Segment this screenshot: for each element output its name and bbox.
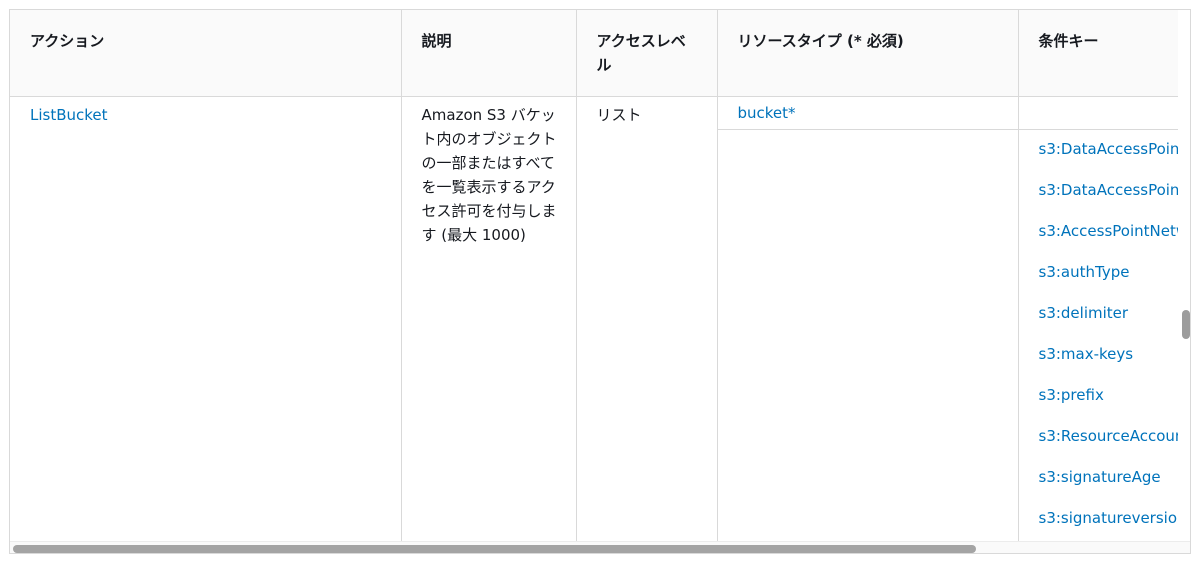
condition-key-link[interactable]: s3:AccessPointNetworkOrigin	[1019, 219, 1179, 260]
horizontal-scrollbar[interactable]	[10, 541, 1190, 553]
header-access-level: アクセスレベル	[576, 10, 718, 97]
condition-key-link[interactable]: s3:DataAccessPointArn	[1019, 137, 1179, 178]
condition-keys-empty-row	[1018, 97, 1178, 130]
condition-key-link[interactable]: s3:signatureversion	[1019, 506, 1179, 541]
description-cell: Amazon S3 バケット内のオブジェクトの一部またはすべてを一覧表示するアク…	[401, 96, 577, 541]
condition-keys-cell: s3:DataAccessPointArn s3:DataAccessPoint…	[1018, 96, 1179, 541]
permissions-table-container: アクション 説明 アクセスレベル リソースタイプ (* 必須) 条件キー Lis…	[9, 9, 1191, 554]
condition-keys-list: s3:DataAccessPointArn s3:DataAccessPoint…	[1019, 130, 1179, 541]
header-description: 説明	[401, 10, 577, 97]
vertical-scrollbar-thumb[interactable]	[1182, 310, 1190, 339]
table-viewport[interactable]: アクション 説明 アクセスレベル リソースタイプ (* 必須) 条件キー Lis…	[10, 10, 1178, 541]
resource-type-link[interactable]: bucket*	[738, 104, 796, 122]
condition-key-link[interactable]: s3:signatureAge	[1019, 465, 1179, 506]
condition-key-link[interactable]: s3:DataAccessPointAccount	[1019, 178, 1179, 219]
condition-key-link[interactable]: s3:ResourceAccount	[1019, 424, 1179, 465]
header-resource-types: リソースタイプ (* 必須)	[717, 10, 1019, 97]
access-level-cell: リスト	[576, 96, 718, 541]
actions-table: アクション 説明 アクセスレベル リソースタイプ (* 必須) 条件キー Lis…	[10, 10, 1178, 541]
horizontal-scrollbar-thumb[interactable]	[13, 545, 976, 553]
condition-key-link[interactable]: s3:max-keys	[1019, 342, 1179, 383]
resource-type-cell: bucket*	[717, 96, 1019, 541]
resource-type-entry: bucket*	[717, 97, 1018, 130]
action-cell: ListBucket	[10, 96, 402, 541]
condition-key-link[interactable]: s3:delimiter	[1019, 301, 1179, 342]
table-header-row: アクション 説明 アクセスレベル リソースタイプ (* 必須) 条件キー	[10, 10, 1178, 97]
condition-key-link[interactable]: s3:authType	[1019, 260, 1179, 301]
header-action: アクション	[10, 10, 402, 97]
condition-key-link[interactable]: s3:prefix	[1019, 383, 1179, 424]
header-condition-keys: 条件キー	[1018, 10, 1178, 97]
table-row: ListBucket Amazon S3 バケット内のオブジェクトの一部またはす…	[10, 96, 1179, 541]
action-link[interactable]: ListBucket	[30, 106, 108, 124]
